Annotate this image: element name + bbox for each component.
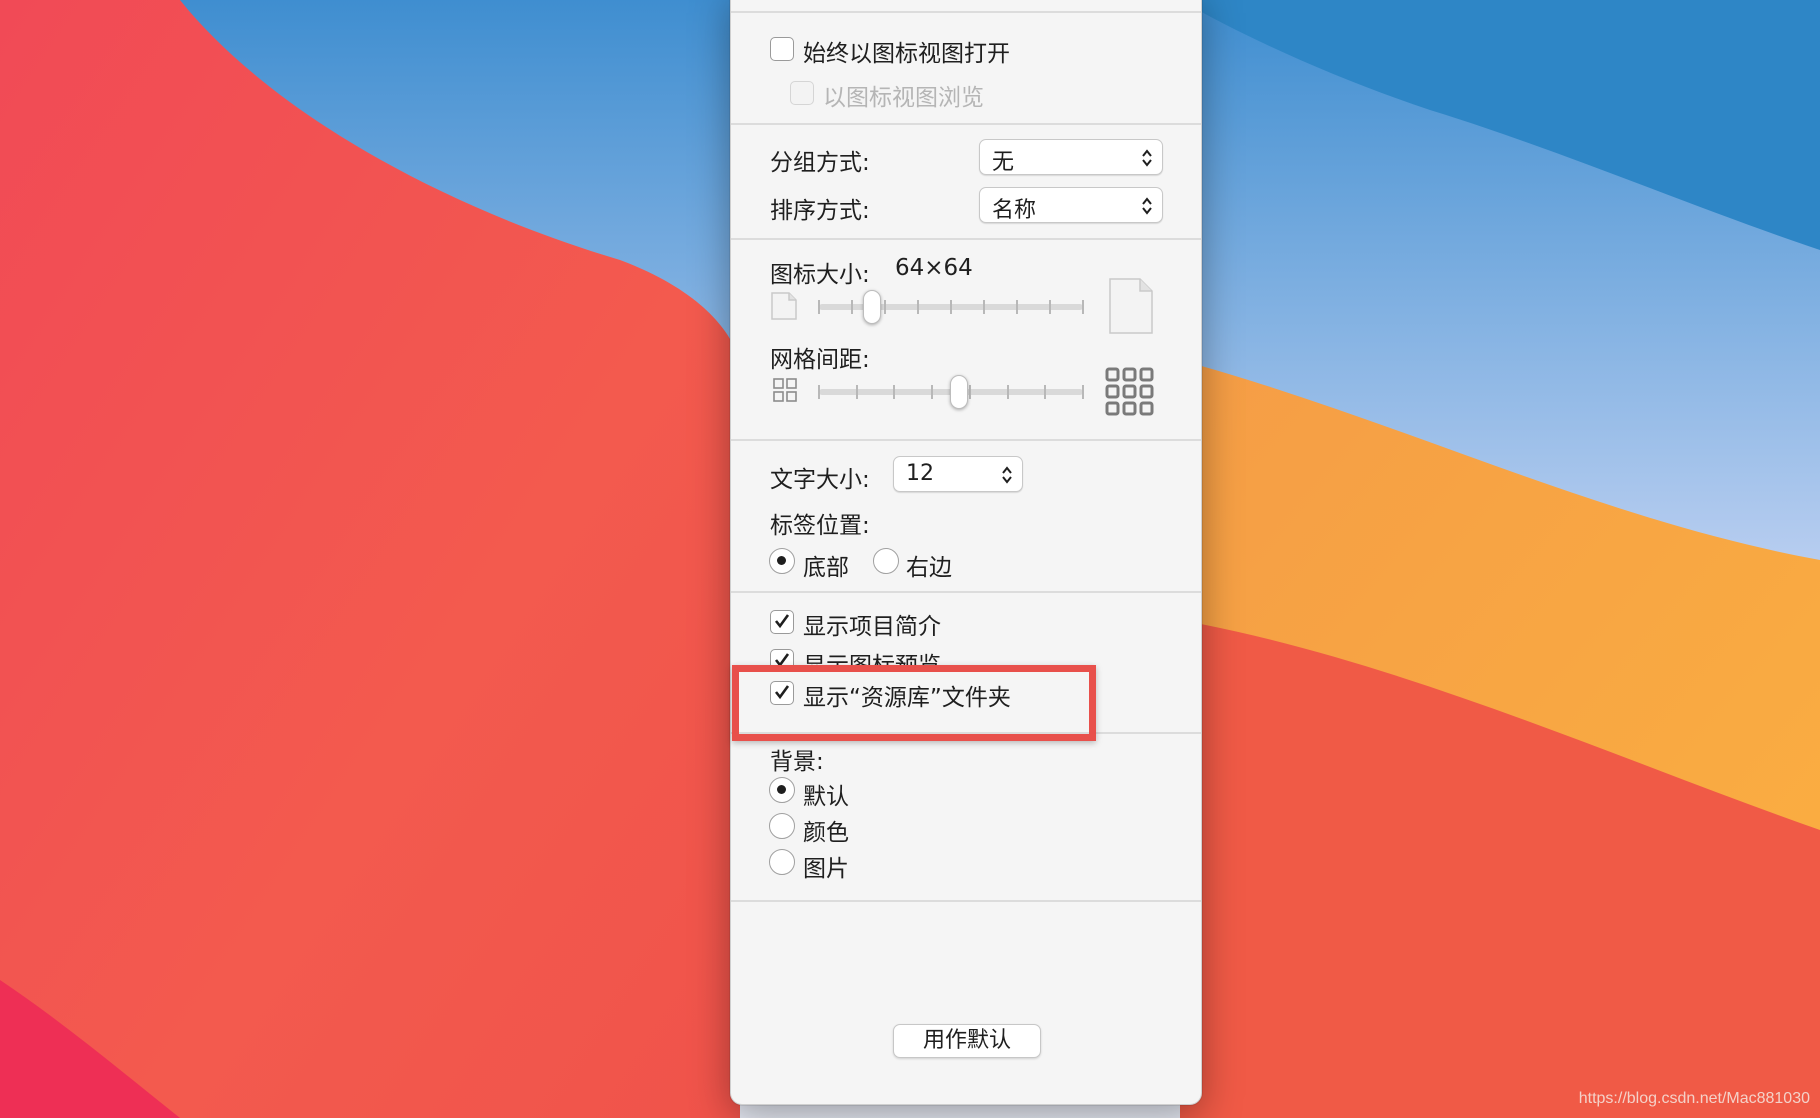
background-picture-radio[interactable] [769,849,795,875]
checkmark-icon [774,614,790,629]
slider-tick [1082,300,1084,314]
slider-tick [1044,385,1047,399]
slider-tick [851,300,853,314]
watermark-text: https://blog.csdn.net/Mac881030 [1578,1090,1810,1107]
background-default-radio[interactable] [769,777,795,803]
grid-spacing-label: 网格间距: [770,347,870,373]
always-open-icon-view-label: 始终以图标视图打开 [803,41,1010,67]
background-default-label: 默认 [803,784,849,810]
updown-arrows-icon [1002,466,1012,484]
sort-by-label: 排序方式: [770,198,870,224]
group-by-label: 分组方式: [770,150,870,176]
slider-tick [968,385,971,399]
icon-size-slider-knob[interactable] [862,290,881,324]
background-label: 背景: [770,749,824,775]
slider-tick [983,300,985,314]
background-picture-label: 图片 [803,856,849,882]
separator [731,238,1201,240]
small-grid-icon [773,378,797,402]
label-position-right-label: 右边 [906,555,952,581]
slider-tick [1049,300,1051,314]
slider-tick [855,385,858,399]
large-grid-icon [1105,367,1154,416]
separator [731,900,1201,902]
updown-arrows-icon [1142,149,1152,167]
icon-size-value: 64×64 [895,255,973,281]
grid-spacing-slider-knob[interactable] [949,375,968,409]
updown-arrows-icon [1142,197,1152,215]
text-size-value: 12 [906,461,934,486]
label-position-bottom-label: 底部 [803,555,849,581]
slider-tick [1082,385,1084,399]
separator [731,439,1201,441]
separator [731,591,1201,593]
show-icon-preview-checkbox[interactable] [770,649,794,665]
always-open-icon-view-checkbox[interactable] [770,37,794,61]
checkmark-icon [774,653,790,665]
group-by-select[interactable]: 无 [979,139,1163,175]
slider-tick [893,385,896,399]
label-position-bottom-radio[interactable] [769,548,795,574]
slider-tick [1006,385,1009,399]
show-icon-preview-row: 显示图标预览 [731,631,1201,665]
slider-tick [1016,300,1018,314]
separator [731,11,1201,13]
large-document-icon [1109,278,1153,334]
slider-tick [884,300,886,314]
label-position-right-radio[interactable] [873,548,899,574]
use-as-defaults-button[interactable]: 用作默认 [893,1024,1041,1058]
separator [731,123,1201,125]
text-size-select[interactable]: 12 [893,456,1023,492]
browse-icon-view-checkbox [790,81,814,105]
sort-by-select[interactable]: 名称 [979,187,1163,223]
radio-selected-dot [777,556,786,565]
slider-tick [917,300,919,314]
slider-tick [818,300,820,314]
radio-selected-dot [777,785,786,794]
browse-icon-view-label: 以图标视图浏览 [823,85,984,111]
slider-tick [818,385,820,399]
text-size-label: 文字大小: [770,467,870,493]
group-by-value: 无 [992,150,1015,175]
background-color-label: 颜色 [803,820,849,846]
slider-tick [950,300,952,314]
sort-by-value: 名称 [992,198,1037,223]
label-position-label: 标签位置: [770,513,870,539]
show-icon-preview-label: 显示图标预览 [803,646,941,665]
background-color-radio[interactable] [769,813,795,839]
small-document-icon [771,292,797,320]
view-options-panel: 始终以图标视图打开 以图标视图浏览 分组方式: 无 排序方式: 名称 图标大小:… [730,0,1202,1105]
highlight-annotation-box [732,665,1096,741]
slider-tick [931,385,934,399]
icon-size-label: 图标大小: [770,262,870,288]
